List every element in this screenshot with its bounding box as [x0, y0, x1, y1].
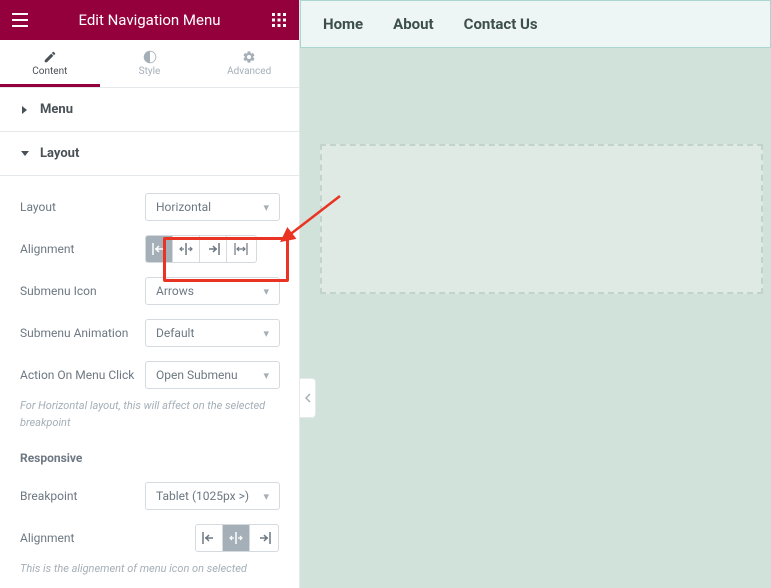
- apps-icon[interactable]: [269, 10, 289, 30]
- panel-collapse-button[interactable]: [300, 378, 316, 418]
- chevron-down-icon: ▾: [263, 285, 269, 298]
- align-center-button[interactable]: [173, 236, 200, 262]
- preview-navbar: Home About Contact Us: [300, 0, 771, 48]
- align-justify-button[interactable]: [227, 236, 254, 262]
- control-label: Alignment: [20, 531, 145, 545]
- editor-panel: Edit Navigation Menu Content: [0, 0, 300, 588]
- nav-item[interactable]: Home: [323, 15, 363, 33]
- control-action-click: Action On Menu Click Open Submenu ▾: [20, 354, 279, 396]
- control-label: Action On Menu Click: [20, 368, 145, 382]
- tab-advanced[interactable]: Advanced: [199, 40, 299, 87]
- panel-tabs: Content Style Advanced: [0, 40, 299, 88]
- tab-style[interactable]: Style: [100, 40, 200, 87]
- control-submenu-anim: Submenu Animation Default ▾: [20, 312, 279, 354]
- control-label: Breakpoint: [20, 489, 145, 503]
- nav-item[interactable]: Contact Us: [464, 15, 538, 33]
- control-label: Alignment: [20, 242, 145, 256]
- control-submenu-icon: Submenu Icon Arrows ▾: [20, 270, 279, 312]
- panel-header: Edit Navigation Menu: [0, 0, 299, 40]
- resp-alignment-choices: [195, 524, 279, 552]
- caret-right-icon: [20, 105, 30, 115]
- breakpoint-select[interactable]: Tablet (1025px >) ▾: [145, 482, 280, 510]
- pencil-icon: [43, 50, 57, 64]
- submenu-icon-select[interactable]: Arrows ▾: [145, 277, 280, 305]
- section-title: Menu: [40, 102, 73, 117]
- section-layout-body: Layout Horizontal ▾ Alignment: [0, 176, 299, 588]
- tab-label: Content: [32, 66, 67, 77]
- control-label: Submenu Icon: [20, 284, 145, 298]
- control-breakpoint: Breakpoint Tablet (1025px >) ▾: [20, 475, 279, 517]
- align-left-button[interactable]: [196, 525, 223, 551]
- align-right-button[interactable]: [200, 236, 227, 262]
- chevron-down-icon: ▾: [263, 327, 269, 340]
- chevron-down-icon: ▾: [263, 369, 269, 382]
- chevron-down-icon: ▾: [263, 201, 269, 214]
- section-layout-head[interactable]: Layout: [0, 132, 299, 176]
- nav-item[interactable]: About: [393, 15, 433, 33]
- responsive-heading: Responsive: [20, 431, 279, 475]
- empty-section-placeholder[interactable]: [320, 144, 763, 294]
- preview-canvas: Home About Contact Us: [300, 0, 771, 588]
- align-left-button[interactable]: [146, 236, 173, 262]
- submenu-anim-select[interactable]: Default ▾: [145, 319, 280, 347]
- select-value: Horizontal: [156, 200, 211, 214]
- select-value: Open Submenu: [156, 368, 238, 382]
- control-label: Submenu Animation: [20, 326, 145, 340]
- action-click-select[interactable]: Open Submenu ▾: [145, 361, 280, 389]
- panel-body: Menu Layout Layout Horizontal ▾: [0, 88, 299, 588]
- select-value: Default: [156, 326, 194, 340]
- select-value: Arrows: [156, 284, 194, 298]
- section-title: Layout: [40, 146, 79, 161]
- control-description: For Horizontal layout, this will affect …: [20, 396, 279, 431]
- align-right-button[interactable]: [250, 525, 277, 551]
- panel-title: Edit Navigation Menu: [30, 11, 269, 29]
- control-resp-alignment: Alignment: [20, 517, 279, 559]
- gear-icon: [242, 50, 256, 64]
- section-menu-head[interactable]: Menu: [0, 88, 299, 132]
- tab-content[interactable]: Content: [0, 40, 100, 87]
- tab-label: Style: [139, 66, 161, 77]
- alignment-choices: [145, 235, 257, 263]
- control-label: Layout: [20, 200, 145, 214]
- layout-select[interactable]: Horizontal ▾: [145, 193, 280, 221]
- chevron-down-icon: ▾: [263, 490, 269, 503]
- caret-down-icon: [20, 150, 30, 158]
- align-center-button[interactable]: [223, 525, 250, 551]
- control-description: This is the alignement of menu icon on s…: [20, 559, 279, 578]
- contrast-icon: [143, 50, 157, 64]
- select-value: Tablet (1025px >): [156, 489, 249, 503]
- tab-label: Advanced: [227, 66, 271, 77]
- menu-icon[interactable]: [10, 10, 30, 30]
- control-alignment: Alignment: [20, 228, 279, 270]
- control-layout: Layout Horizontal ▾: [20, 186, 279, 228]
